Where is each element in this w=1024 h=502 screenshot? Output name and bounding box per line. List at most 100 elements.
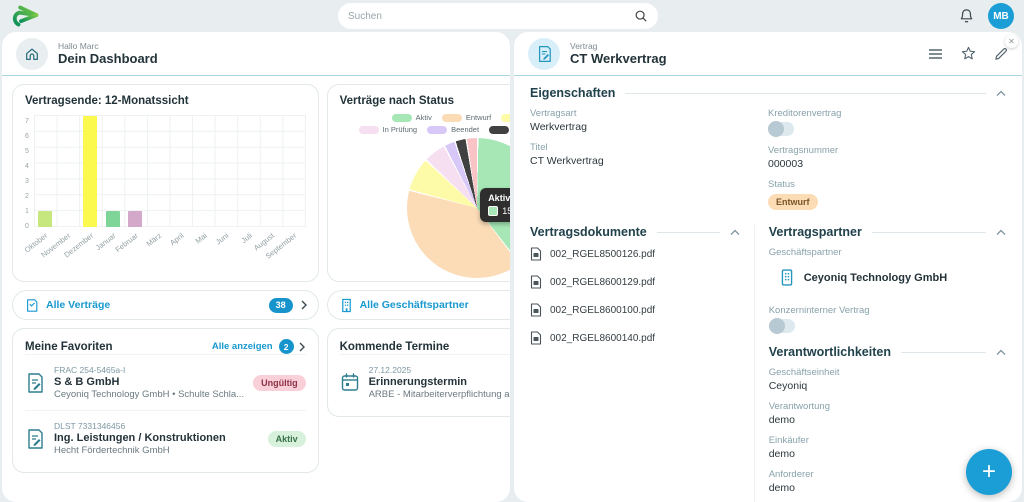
- chevron-up-icon[interactable]: [996, 229, 1006, 236]
- legend-swatch: [359, 126, 379, 134]
- favorites-show-all-link[interactable]: Alle anzeigen: [212, 341, 273, 352]
- dashboard-header: Hallo Marc Dein Dashboard: [2, 32, 510, 76]
- pie-tooltip: Aktiv 15: [480, 188, 510, 222]
- bar-dezember[interactable]: [83, 116, 97, 227]
- section-verantwortlichkeiten[interactable]: Verantwortlichkeiten: [769, 345, 1006, 359]
- favorite-item[interactable]: DLST 7331346456 Ing. Leistungen / Konstr…: [25, 410, 306, 466]
- legend-item[interactable]: In Prüfung: [359, 125, 418, 134]
- bar-oktober[interactable]: [38, 211, 52, 227]
- field-vertragsart: Vertragsart Werkvertrag: [530, 108, 768, 133]
- appointments-card: Kommende Termine Alle anzeigen 1 27.12.2…: [327, 328, 510, 417]
- field-vertragsnummer: Vertragsnummer 000003: [768, 145, 1006, 170]
- contract-header: Vertrag CT Werkvertrag: [514, 32, 1022, 76]
- favorite-item[interactable]: FRAC 254-5465a-I S & B GmbH Ceyoniq Tech…: [25, 354, 306, 410]
- app-logo-icon[interactable]: [10, 3, 44, 29]
- section-vertragspartner[interactable]: Vertragspartner: [769, 225, 1006, 239]
- contract-panel: ✕ Vertrag CT Werkvertrag Eigenschaften: [514, 32, 1022, 502]
- all-contracts-button[interactable]: Alle Verträge 38: [12, 290, 319, 320]
- contract-doc-icon: [25, 372, 45, 394]
- favorites-title: Meine Favoriten: [25, 341, 113, 353]
- search-bar: [338, 3, 658, 29]
- partner-label: Geschäftspartner: [769, 247, 1006, 258]
- section-vertragsdokumente[interactable]: Vertragsdokumente: [530, 225, 740, 239]
- edit-pencil-icon[interactable]: [994, 47, 1008, 61]
- legend-swatch: [392, 114, 412, 122]
- konzernintern-toggle[interactable]: [769, 319, 795, 333]
- legend-swatch: [427, 126, 447, 134]
- contract-doc-icon: [25, 428, 45, 450]
- legend-item[interactable]: Aktiv: [392, 113, 432, 122]
- legend-item[interactable]: In Freigabe: [501, 113, 510, 122]
- legend-swatch: [442, 114, 462, 122]
- status-chart-card: Verträge nach Status Aktiv Entwurf In Fr…: [327, 84, 510, 282]
- close-icon[interactable]: ✕: [1005, 35, 1018, 48]
- pdf-file-icon: [530, 247, 542, 261]
- field-status: Status Entwurf: [768, 179, 1006, 210]
- partner-item[interactable]: Ceyoniq Technology GmbH: [779, 268, 1006, 287]
- pdf-document-row[interactable]: 002_RGEL8500126.pdf: [530, 247, 740, 261]
- kreditorenvertrag-toggle[interactable]: [768, 122, 794, 136]
- favorites-count-badge: 2: [279, 339, 294, 354]
- object-type-label: Vertrag: [570, 41, 667, 51]
- chevron-right-icon: [300, 300, 308, 310]
- pdf-document-row[interactable]: 002_RGEL8600100.pdf: [530, 303, 740, 317]
- building-icon: [340, 298, 353, 313]
- greeting-text: Hallo Marc: [58, 41, 158, 51]
- pie-legend: Aktiv Entwurf In Freigabe In Prüfung Bee…: [340, 113, 510, 134]
- favorite-star-icon[interactable]: [961, 46, 976, 61]
- contract-title: CT Werkvertrag: [570, 51, 667, 66]
- contract-end-chart-card: Vertragsende: 12-Monatssicht 76543210: [12, 84, 319, 282]
- topbar: MB: [0, 0, 1024, 32]
- legend-swatch: [489, 126, 509, 134]
- status-badge: Ungültig: [253, 375, 306, 391]
- field-titel: Titel CT Werkvertrag: [530, 142, 768, 167]
- building-icon: [779, 268, 795, 287]
- contracts-count-badge: 38: [269, 298, 293, 313]
- pdf-document-row[interactable]: 002_RGEL8600129.pdf: [530, 275, 740, 289]
- field-kreditorenvertrag: Kreditorenvertrag: [768, 108, 1006, 136]
- bar-chart-x-axis: Oktober November Dezember Januar Februar…: [34, 227, 306, 269]
- menu-icon[interactable]: [928, 48, 943, 60]
- field-konzernintern: Konzerninterner Vertrag: [769, 305, 1006, 333]
- bell-icon[interactable]: [959, 8, 974, 24]
- appointments-title: Kommende Termine: [340, 341, 450, 353]
- field-geschaeftseinheit: Geschäftseinheit Ceyoniq: [769, 367, 1006, 392]
- favorites-card: Meine Favoriten Alle anzeigen 2 FRAC 254…: [12, 328, 319, 473]
- legend-item[interactable]: Inaktiv: [489, 125, 510, 134]
- status-badge: Entwurf: [768, 194, 818, 210]
- chevron-up-icon[interactable]: [730, 229, 740, 236]
- legend-swatch: [501, 114, 510, 122]
- bar-februar[interactable]: [128, 211, 142, 227]
- legend-item[interactable]: Beendet: [427, 125, 479, 134]
- search-icon[interactable]: [634, 9, 648, 23]
- contract-type-icon: [528, 38, 560, 70]
- calendar-icon: [340, 372, 360, 393]
- bar-chart-title: Vertragsende: 12-Monatssicht: [25, 95, 306, 107]
- dashboard-title: Dein Dashboard: [58, 51, 158, 66]
- chevron-right-icon[interactable]: [298, 342, 306, 352]
- pdf-file-icon: [530, 303, 542, 317]
- status-badge: Aktiv: [268, 431, 306, 447]
- contract-icon: [25, 298, 39, 313]
- dashboard-panel: Hallo Marc Dein Dashboard Vertragsende: …: [2, 32, 510, 502]
- chevron-up-icon[interactable]: [996, 349, 1006, 356]
- bar-chart-y-axis: 76543210: [25, 115, 34, 227]
- chevron-up-icon[interactable]: [996, 90, 1006, 97]
- legend-item[interactable]: Entwurf: [442, 113, 491, 122]
- pdf-file-icon: [530, 275, 542, 289]
- pdf-document-row[interactable]: 002_RGEL8600140.pdf: [530, 331, 740, 345]
- bar-januar[interactable]: [106, 211, 120, 227]
- bar-chart-plot: [34, 115, 306, 227]
- search-input[interactable]: [348, 11, 634, 22]
- appointment-item[interactable]: 27.12.2025 Erinnerungstermin ARBE - Mita…: [340, 354, 510, 410]
- pdf-file-icon: [530, 331, 542, 345]
- user-avatar[interactable]: MB: [988, 3, 1014, 29]
- add-button[interactable]: +: [966, 449, 1012, 495]
- tooltip-swatch: [488, 206, 498, 216]
- pie-chart-title: Verträge nach Status: [340, 95, 510, 107]
- home-icon: [16, 38, 48, 70]
- section-eigenschaften[interactable]: Eigenschaften: [530, 86, 1006, 100]
- bar-chart[interactable]: 76543210: [25, 115, 306, 269]
- all-partners-button[interactable]: Alle Geschäftspartner 19: [327, 290, 510, 320]
- field-verantwortung: Verantwortung demo: [769, 401, 1006, 426]
